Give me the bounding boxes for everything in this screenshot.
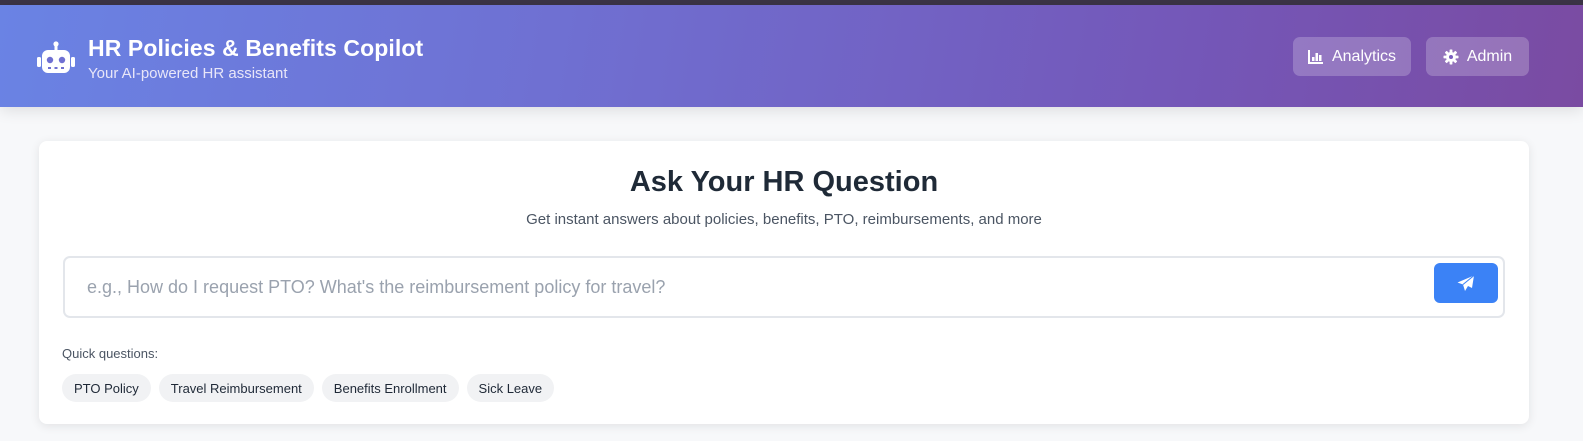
gear-icon — [1443, 49, 1459, 64]
analytics-button[interactable]: Analytics — [1293, 37, 1411, 76]
question-card: Ask Your HR Question Get instant answers… — [39, 141, 1529, 424]
question-input[interactable] — [87, 258, 1427, 316]
quick-question-chip[interactable]: PTO Policy — [62, 374, 151, 402]
admin-button[interactable]: Admin — [1426, 37, 1529, 76]
page-title: Ask Your HR Question — [629, 166, 939, 198]
send-button[interactable] — [1434, 263, 1498, 303]
question-search-box — [63, 256, 1505, 318]
quick-question-chip[interactable]: Benefits Enrollment — [321, 374, 459, 402]
quick-question-chip[interactable]: Sick Leave — [466, 374, 555, 402]
robot-icon — [37, 41, 75, 73]
app-subtitle: Your AI-powered HR assistant — [88, 65, 288, 82]
analytics-button-label: Analytics — [1331, 47, 1397, 65]
admin-button-label: Admin — [1466, 47, 1513, 65]
page-subtitle: Get instant answers about policies, bene… — [526, 211, 1042, 228]
bar-chart-icon — [1307, 50, 1323, 64]
paper-plane-icon — [1457, 274, 1475, 291]
quick-question-chip[interactable]: Travel Reimbursement — [158, 374, 314, 402]
quick-questions-label: Quick questions: — [62, 346, 159, 361]
app-title: HR Policies & Benefits Copilot — [88, 35, 424, 61]
quick-questions-list: PTO Policy Travel Reimbursement Benefits… — [62, 374, 555, 402]
app-header: HR Policies & Benefits Copilot Your AI-p… — [0, 5, 1583, 107]
